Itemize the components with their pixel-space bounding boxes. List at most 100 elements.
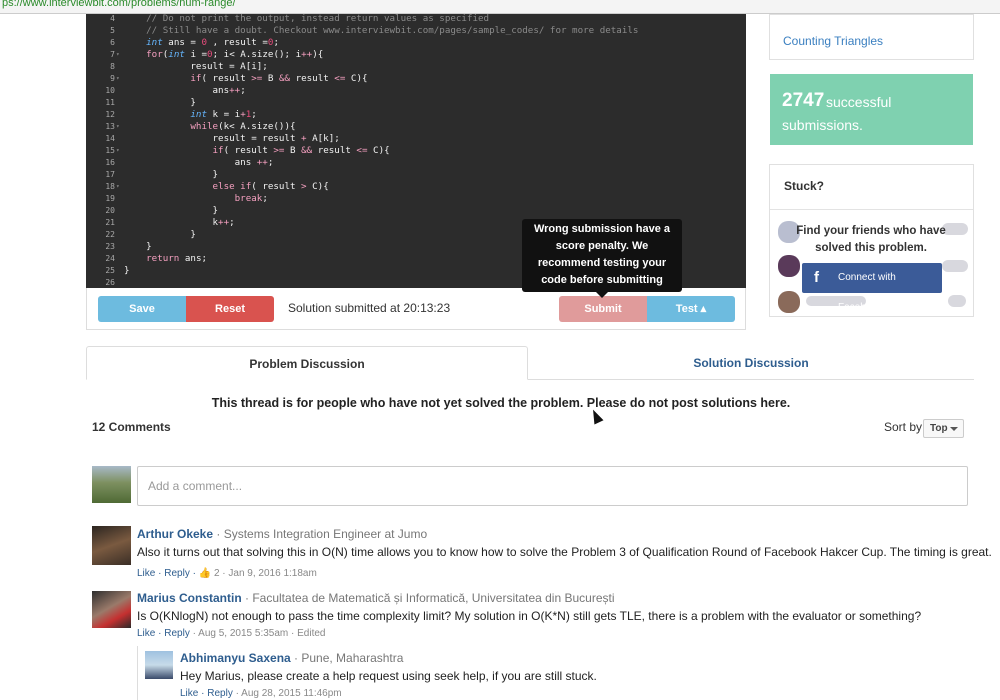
code-line[interactable]: 19 break; bbox=[86, 193, 746, 205]
code-line[interactable]: 8 result = A[i]; bbox=[86, 61, 746, 73]
code-text: } bbox=[124, 169, 219, 180]
line-number: 11 bbox=[105, 98, 115, 107]
comment-text: Hey Marius, please create a help request… bbox=[180, 669, 597, 683]
fold-arrow-icon[interactable]: ▾ bbox=[116, 181, 120, 193]
code-line[interactable]: 6 int ans = 0 , result =0; bbox=[86, 37, 746, 49]
tooltip-line: score penalty. We bbox=[555, 240, 649, 252]
line-number: 22 bbox=[105, 230, 115, 239]
reset-button[interactable]: Reset bbox=[186, 296, 274, 322]
code-line[interactable]: 12 int k = i+1; bbox=[86, 109, 746, 121]
code-text: ans++; bbox=[124, 85, 246, 96]
reply-link[interactable]: Reply bbox=[164, 568, 190, 579]
blurred-placeholder bbox=[948, 295, 966, 307]
comment-date: · Aug 28, 2015 11:46pm bbox=[232, 688, 342, 699]
like-link[interactable]: Like bbox=[180, 688, 198, 699]
code-text: } bbox=[124, 97, 196, 108]
add-comment-input[interactable]: Add a comment... bbox=[137, 466, 968, 506]
blurred-placeholder bbox=[942, 260, 968, 272]
comments-count: 12 Comments bbox=[92, 420, 171, 434]
tooltip-line: recommend testing your bbox=[537, 257, 667, 269]
comment-text: Is O(KNlogN) not enough to pass the time… bbox=[137, 609, 922, 623]
stuck-title: Stuck? bbox=[784, 179, 825, 193]
sort-select[interactable]: Top bbox=[923, 419, 964, 438]
code-text: result = A[i]; bbox=[124, 61, 268, 72]
divider bbox=[770, 209, 973, 210]
thread-note: This thread is for people who have not y… bbox=[211, 396, 791, 410]
like-link[interactable]: Like bbox=[137, 568, 155, 579]
line-number: 24 bbox=[105, 254, 115, 263]
avatar bbox=[92, 526, 131, 565]
code-line[interactable]: 7 ▾ for(int i =0; i< A.size(); i++){ bbox=[86, 49, 746, 61]
tab-problem-discussion[interactable]: Problem Discussion bbox=[86, 346, 528, 380]
mouse-cursor-icon bbox=[588, 407, 604, 425]
code-text: break; bbox=[234, 193, 268, 204]
comment-actions: Like · Reply · 👍 2 · Jan 9, 2016 1:18am bbox=[137, 568, 317, 579]
code-line[interactable]: 4 // Do not print the output, instead re… bbox=[86, 14, 746, 25]
comment-author[interactable]: Abhimanyu Saxena · Pune, Maharashtra bbox=[180, 651, 403, 665]
fold-arrow-icon[interactable]: ▾ bbox=[116, 121, 120, 133]
line-number: 17 bbox=[105, 170, 115, 179]
code-text: int k = i+1; bbox=[190, 109, 257, 120]
browser-url-bar[interactable]: ps://www.interviewbit.com/problems/num-r… bbox=[0, 0, 1000, 14]
thumbs-up-icon: 👍 bbox=[198, 568, 212, 579]
code-line[interactable]: 5 // Still have a doubt. Checkout www.in… bbox=[86, 25, 746, 37]
comment-author-name[interactable]: Arthur Okeke bbox=[137, 527, 213, 541]
avatar bbox=[145, 651, 173, 679]
current-user-avatar bbox=[92, 466, 131, 503]
line-number: 23 bbox=[105, 242, 115, 251]
connect-facebook-button[interactable]: f Connect with Facebook bbox=[802, 263, 942, 313]
sort-value: Top bbox=[930, 423, 948, 434]
line-number: 14 bbox=[105, 134, 115, 143]
fold-arrow-icon[interactable]: ▾ bbox=[116, 145, 120, 157]
line-number: 16 bbox=[105, 158, 115, 167]
code-text: result = result + A[k]; bbox=[124, 133, 340, 144]
line-number: 12 bbox=[105, 110, 115, 119]
facebook-icon: f bbox=[814, 269, 819, 286]
save-button[interactable]: Save bbox=[98, 296, 186, 322]
code-text: else if( result > C){ bbox=[212, 181, 329, 192]
test-dropdown-button[interactable]: Test ▴ bbox=[647, 296, 735, 322]
line-number: 6 bbox=[110, 38, 115, 47]
comment-author-name[interactable]: Marius Constantin bbox=[137, 591, 242, 605]
editor-toolbar: Save Reset Solution submitted at 20:13:2… bbox=[86, 288, 746, 330]
comment-text: Also it turns out that solving this in O… bbox=[137, 545, 992, 559]
related-problems-box: Counting Triangles bbox=[769, 14, 974, 60]
comment-author-meta: · Systems Integration Engineer at Jumo bbox=[213, 527, 428, 541]
fold-arrow-icon[interactable]: ▾ bbox=[116, 49, 120, 61]
comment-date: · Jan 9, 2016 1:18am bbox=[219, 568, 317, 579]
submission-status: Solution submitted at 20:13:23 bbox=[288, 301, 451, 315]
line-number: 18 bbox=[105, 182, 115, 191]
code-line[interactable]: 18 ▾ else if( result > C){ bbox=[86, 181, 746, 193]
success-label-2: submissions. bbox=[782, 117, 863, 133]
code-line[interactable]: 16 ans ++; bbox=[86, 157, 746, 169]
reply-link[interactable]: Reply bbox=[207, 688, 233, 699]
code-line[interactable]: 15 ▾ if( result >= B && result <= C){ bbox=[86, 145, 746, 157]
chevron-down-icon bbox=[950, 427, 958, 431]
find-friends-line: solved this problem. bbox=[815, 242, 927, 254]
code-line[interactable]: 9 ▾ if( result >= B && result <= C){ bbox=[86, 73, 746, 85]
reply-link[interactable]: Reply bbox=[164, 628, 190, 639]
code-text: while(k< A.size()){ bbox=[190, 121, 296, 132]
tooltip-line: code before submitting bbox=[541, 274, 663, 286]
code-line[interactable]: 13 ▾ while(k< A.size()){ bbox=[86, 121, 746, 133]
code-line[interactable]: 17 } bbox=[86, 169, 746, 181]
code-line[interactable]: 14 result = result + A[k]; bbox=[86, 133, 746, 145]
line-number: 8 bbox=[110, 62, 115, 71]
code-text: return ans; bbox=[146, 253, 208, 264]
comment-author-meta: · Facultatea de Matematică și Informatic… bbox=[241, 591, 615, 605]
line-number: 26 bbox=[105, 278, 115, 287]
comment-author-name[interactable]: Abhimanyu Saxena bbox=[180, 651, 291, 665]
comment-author[interactable]: Marius Constantin · Facultatea de Matema… bbox=[137, 591, 615, 605]
code-text: // Do not print the output, instead retu… bbox=[124, 14, 490, 24]
submit-button[interactable]: Submit bbox=[559, 296, 647, 322]
fold-arrow-icon[interactable]: ▾ bbox=[116, 73, 120, 85]
related-problem-link[interactable]: Counting Triangles bbox=[783, 34, 883, 48]
like-link[interactable]: Like bbox=[137, 628, 155, 639]
code-line[interactable]: 11 } bbox=[86, 97, 746, 109]
tab-solution-discussion[interactable]: Solution Discussion bbox=[528, 346, 974, 380]
comment-author[interactable]: Arthur Okeke · Systems Integration Engin… bbox=[137, 527, 427, 541]
line-number: 9 bbox=[110, 74, 115, 83]
line-number: 25 bbox=[105, 266, 115, 275]
code-line[interactable]: 10 ans++; bbox=[86, 85, 746, 97]
code-line[interactable]: 20 } bbox=[86, 205, 746, 217]
